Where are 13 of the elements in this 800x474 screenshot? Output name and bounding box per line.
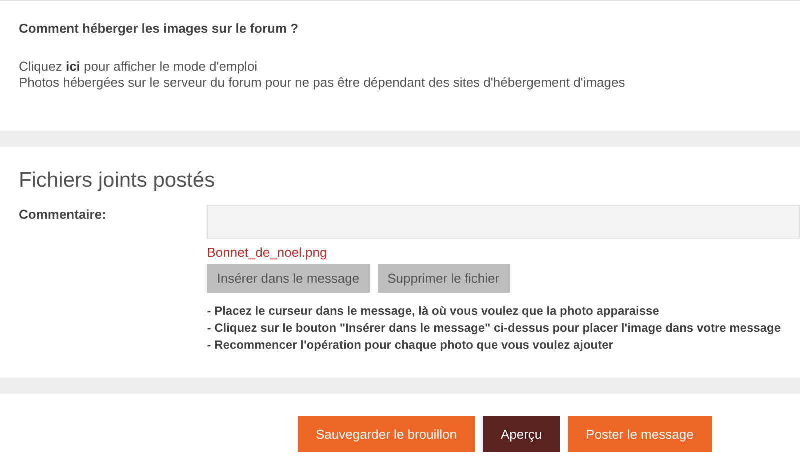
instruction-text: - Placez le curseur dans le message, là où vous voulez que la photo apparaisse bbox=[207, 303, 660, 320]
comment-label: Commentaire: bbox=[19, 206, 108, 224]
help-title: Comment héberger les images sur le forum ? bbox=[19, 21, 300, 36]
section-heading: Fichiers joints postés bbox=[19, 169, 216, 193]
preview-button[interactable]: Aperçu bbox=[482, 416, 560, 452]
instruction-text: - Recommencer l'opération pour chaque photo que vous voulez ajouter bbox=[207, 337, 614, 354]
comment-field[interactable] bbox=[207, 205, 800, 239]
submit-button[interactable]: Poster le message bbox=[568, 416, 712, 452]
submit-button[interactable]: Sauvegarder le brouillon bbox=[298, 416, 475, 452]
help-text: Photos hébergées sur le serveur du forum pour ne pas être dépendant des sites d'hébergement d'images bbox=[19, 75, 626, 91]
instruction-text: - Cliquez sur le bouton "Insérer dans le message" ci-dessus pour placer l'image dans votre message bbox=[207, 320, 781, 337]
help-text: Cliquez ici pour afficher le mode d'emploi bbox=[19, 59, 259, 75]
file-name: Bonnet_de_noel.png bbox=[207, 245, 328, 260]
